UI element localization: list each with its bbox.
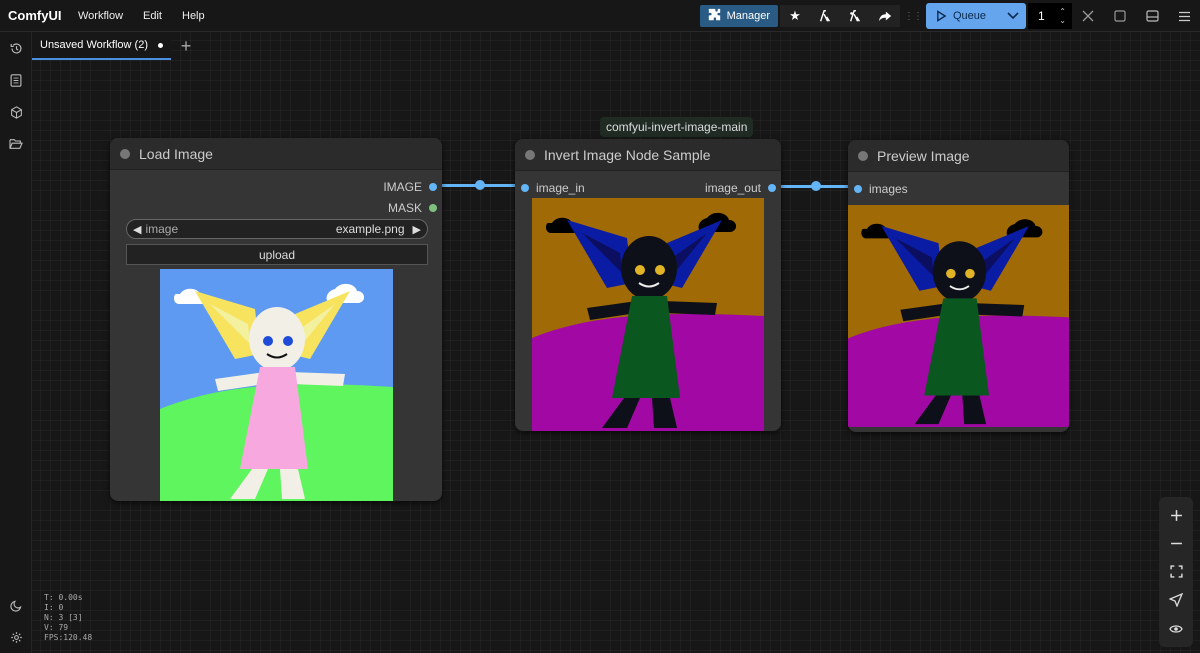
slot-label: image_in [536, 181, 585, 195]
node-header[interactable]: Invert Image Node Sample [515, 139, 781, 171]
wire-midpoint[interactable] [475, 180, 485, 190]
collapse-dot-icon[interactable] [525, 149, 535, 160]
node-library-alt-icon[interactable] [840, 5, 870, 27]
slot-dot[interactable] [521, 184, 529, 192]
navigate-icon[interactable] [1162, 587, 1190, 613]
inverted-image-preview [532, 198, 764, 431]
queue-run[interactable]: Queue [926, 3, 1000, 29]
input-slot-image-in[interactable]: image_in [521, 181, 585, 195]
node-title: Preview Image [877, 147, 970, 164]
node-badge: comfyui-invert-image-main [600, 117, 754, 137]
stat-i: I: 0 [44, 603, 64, 612]
fit-view-icon[interactable] [1162, 559, 1190, 585]
slot-dot[interactable] [429, 204, 437, 212]
hamburger-menu-icon[interactable] [1168, 4, 1200, 28]
collapse-dot-icon[interactable] [120, 148, 130, 159]
eye-icon[interactable] [1162, 616, 1190, 642]
queue-count-stepper[interactable]: 1 ⌃ ⌄ [1028, 3, 1072, 29]
panel-toggle-icon[interactable] [1136, 4, 1168, 28]
stat-nodes: N: 3 [3] [44, 613, 83, 622]
node-header[interactable]: Load Image [110, 138, 442, 170]
manager-button[interactable]: Manager [699, 5, 778, 27]
menu-workflow[interactable]: Workflow [68, 10, 133, 22]
invert-image-node[interactable]: Invert Image Node Sample image_in image_… [515, 139, 781, 431]
unsaved-dot-icon [158, 42, 163, 48]
tool-group: ★ [780, 5, 900, 27]
wire-midpoint[interactable] [811, 181, 821, 191]
combo-label: image [145, 222, 179, 236]
zoom-out-icon[interactable] [1162, 531, 1190, 557]
close-icon[interactable] [1072, 4, 1104, 28]
collapse-dot-icon[interactable] [858, 150, 868, 161]
slot-dot[interactable] [429, 183, 437, 191]
focus-mode-icon[interactable] [1104, 4, 1136, 28]
node-title: Invert Image Node Sample [544, 146, 711, 163]
star-icon[interactable]: ★ [780, 5, 810, 27]
app-brand: ComfyUI [8, 8, 62, 23]
slot-label: MASK [387, 201, 422, 215]
menu-help[interactable]: Help [172, 10, 215, 22]
chevron-down-icon[interactable] [1000, 3, 1026, 29]
arrow-left-icon[interactable]: ◀ [133, 223, 141, 236]
arrow-right-icon[interactable]: ▶ [413, 223, 421, 236]
chevron-down-small-icon[interactable]: ⌄ [1059, 16, 1066, 25]
stat-time: T: 0.00s [44, 593, 83, 602]
slot-label: images [869, 182, 908, 196]
queue-button[interactable]: Queue [926, 3, 1026, 29]
preview-image-node[interactable]: Preview Image images [848, 140, 1069, 432]
canvas-zoom-toolbar [1159, 497, 1193, 647]
workflow-tabs: Unsaved Workflow (2) + [32, 32, 201, 60]
input-image-preview [160, 269, 393, 501]
tab-label: Unsaved Workflow (2) [40, 39, 148, 51]
queue-list-icon[interactable] [0, 64, 32, 96]
queue-label: Queue [953, 10, 987, 22]
slot-label: image_out [704, 181, 761, 195]
output-slot-image[interactable]: IMAGE [383, 180, 437, 194]
stat-v: V: 79 [44, 623, 69, 632]
chevron-up-icon[interactable]: ⌃ [1059, 7, 1066, 16]
slot-label: IMAGE [383, 180, 422, 194]
render-stats: T: 0.00s I: 0 N: 3 [3] V: 79 FPS:120.48 [44, 593, 92, 643]
node-library-icon[interactable] [810, 5, 840, 27]
top-menubar: ComfyUI Workflow Edit Help Manager ★ ⋮⋮ [0, 0, 1200, 32]
share-icon[interactable] [870, 5, 900, 27]
top-right-tools: Manager ★ ⋮⋮ Queue 1 ⌃ ⌄ [699, 3, 1200, 29]
slot-dot[interactable] [854, 185, 862, 193]
moon-icon[interactable] [0, 589, 32, 621]
folder-open-icon[interactable] [0, 128, 32, 160]
add-tab-button[interactable]: + [171, 32, 201, 60]
slot-dot[interactable] [768, 184, 776, 192]
manager-label: Manager [726, 10, 770, 22]
output-image-preview [848, 205, 1069, 427]
output-slot-mask[interactable]: MASK [388, 201, 437, 215]
history-icon[interactable] [0, 32, 32, 64]
input-slot-images[interactable]: images [854, 182, 908, 196]
play-icon [937, 10, 947, 22]
drag-grip-icon[interactable]: ⋮⋮ [904, 11, 923, 22]
upload-button[interactable]: upload [126, 244, 428, 265]
load-image-node[interactable]: Load Image IMAGE MASK ◀ image example.pn… [110, 138, 442, 501]
node-title: Load Image [139, 145, 213, 162]
zoom-in-icon[interactable] [1162, 502, 1190, 528]
stat-fps: FPS:120.48 [44, 633, 93, 642]
puzzle-icon [708, 8, 721, 24]
gear-icon[interactable] [0, 621, 32, 653]
tab-unsaved-workflow[interactable]: Unsaved Workflow (2) [32, 32, 171, 60]
output-slot-image-out[interactable]: image_out [705, 181, 776, 195]
queue-count-value[interactable]: 1 [1038, 9, 1045, 23]
menu-edit[interactable]: Edit [133, 10, 172, 22]
image-combo-widget[interactable]: ◀ image example.png ▶ [126, 219, 428, 239]
left-sidebar [0, 32, 32, 653]
combo-value: example.png [335, 222, 405, 236]
cube-icon[interactable] [0, 96, 32, 128]
node-header[interactable]: Preview Image [848, 140, 1069, 172]
